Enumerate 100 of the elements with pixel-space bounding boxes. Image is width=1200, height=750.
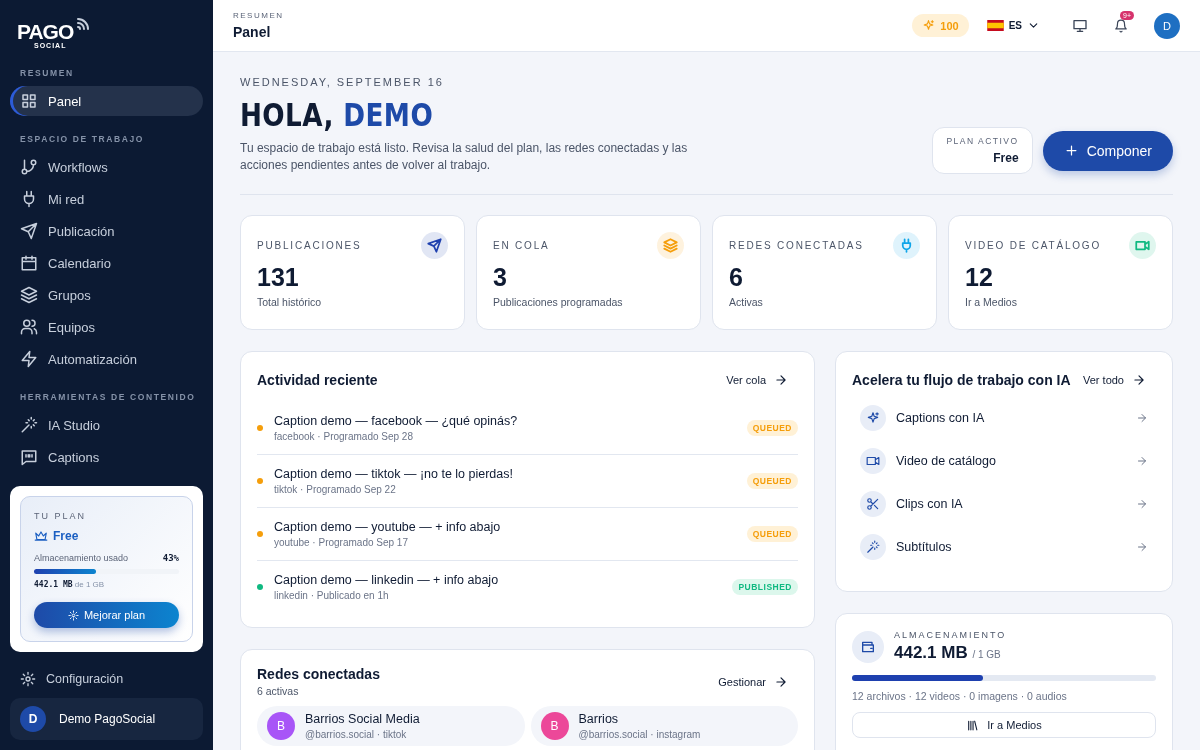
card-subtitle: 6 activas bbox=[257, 685, 300, 697]
avatar[interactable]: D bbox=[1154, 12, 1180, 39]
flag-icon bbox=[986, 20, 1004, 31]
storage-used: 442.1 MB bbox=[894, 643, 968, 662]
crown-icon bbox=[34, 529, 48, 543]
storage-label: ALMACENAMIENTO bbox=[894, 630, 1007, 640]
section-label: RESUMEN bbox=[19, 67, 75, 80]
account-name: Barrios Social Media bbox=[305, 712, 420, 726]
sparkle-icon bbox=[866, 410, 880, 425]
sidebar-item[interactable]: Equipos bbox=[10, 312, 203, 342]
post-meta: youtube · Programado Sep 17 bbox=[274, 537, 409, 548]
bolt-icon bbox=[20, 350, 38, 368]
upgrade-button[interactable]: Mejorar plan bbox=[34, 602, 179, 628]
signal-icon bbox=[77, 18, 89, 30]
description: Tu espacio de trabajo está listo. Revisa la salud del plan, las redes conectadas y las acciones pendientes antes de volver al trabajo. bbox=[240, 140, 689, 174]
post-meta: facebook · Programado Sep 28 bbox=[274, 431, 414, 442]
section-label: HERRAMIENTAS DE CONTENIDO bbox=[19, 391, 197, 404]
stat-value: 6 bbox=[729, 263, 744, 292]
account-card[interactable]: B Barrios @barrios.social · instagram bbox=[530, 706, 798, 746]
chat-icon bbox=[20, 448, 38, 466]
stat-value: 131 bbox=[257, 263, 300, 292]
stat-label: REDES CONECTADAS bbox=[729, 240, 864, 251]
branch-icon bbox=[20, 158, 38, 176]
grid-icon bbox=[20, 92, 38, 110]
sidebar-item[interactable]: Workflows bbox=[10, 152, 203, 182]
ai-tool-item[interactable]: Captions con IA bbox=[852, 396, 1156, 439]
ai-tool-item[interactable]: Video de catálogo bbox=[852, 439, 1156, 482]
user-name: DEMO bbox=[343, 96, 434, 134]
stat-label: VIDEO DE CATÁLOGO bbox=[965, 240, 1101, 251]
sidebar-item[interactable]: Calendario bbox=[10, 248, 203, 278]
status-badge: QUEUED bbox=[746, 526, 798, 542]
users-icon bbox=[20, 318, 38, 336]
status-badge: QUEUED bbox=[746, 420, 798, 436]
plan-label: PLAN ACTIVO bbox=[946, 136, 1019, 146]
view-queue-link[interactable]: Ver cola bbox=[726, 373, 788, 387]
wand-icon bbox=[20, 416, 38, 434]
breadcrumb: RESUMEN bbox=[233, 11, 284, 20]
status-badge: PUBLISHED bbox=[732, 579, 798, 595]
wand-icon bbox=[866, 539, 880, 554]
calendar-icon bbox=[20, 254, 38, 272]
stat-label: PUBLICACIONES bbox=[257, 240, 362, 251]
settings-link[interactable]: Configuración bbox=[10, 652, 203, 698]
arrow-icon bbox=[1136, 497, 1148, 510]
status-badge: QUEUED bbox=[746, 473, 798, 489]
card-title: Acelera tu flujo de trabajo con IA bbox=[852, 372, 1071, 388]
stat-caption: Ir a Medios bbox=[965, 296, 1018, 308]
card-title: Actividad reciente bbox=[257, 372, 378, 388]
account-avatar: B bbox=[267, 712, 295, 740]
sidebar-item[interactable]: IA Studio bbox=[10, 410, 203, 440]
storage-total: / 1 GB bbox=[972, 649, 1001, 660]
storage-percent: 43% bbox=[162, 553, 179, 563]
account-handle: @barrios.social · tiktok bbox=[305, 729, 408, 740]
sidebar-item[interactable]: Mi red bbox=[10, 184, 203, 214]
post-title: Caption demo — facebook — ¿qué opinás? bbox=[274, 414, 519, 428]
ai-tool-item[interactable]: Subtítulos bbox=[852, 525, 1156, 568]
arrow-icon bbox=[1136, 540, 1148, 553]
media-button[interactable]: Ir a Medios bbox=[852, 712, 1156, 738]
stat-value: 12 bbox=[965, 263, 994, 292]
user-profile[interactable]: D Demo PagoSocial bbox=[10, 698, 203, 740]
arrow-icon bbox=[1136, 411, 1148, 424]
post-meta: tiktok · Programado Sep 22 bbox=[274, 484, 397, 495]
storage-label: Almacenamiento usado bbox=[34, 553, 129, 563]
bell-icon[interactable] bbox=[1114, 18, 1128, 33]
date-label: WEDNESDAY, SEPTEMBER 16 bbox=[240, 76, 445, 88]
arrow-icon bbox=[774, 373, 788, 387]
sparkle-icon bbox=[922, 19, 936, 32]
avatar: D bbox=[20, 706, 46, 732]
monitor-icon[interactable] bbox=[1072, 17, 1088, 34]
account-card[interactable]: B Barrios Social Media @barrios.social · tiktok bbox=[257, 706, 525, 746]
stat-caption: Total histórico bbox=[257, 296, 323, 308]
sidebar-item[interactable]: Publicación bbox=[10, 216, 203, 246]
post-title: Caption demo — linkedin — + info abajo bbox=[274, 573, 500, 587]
greeting: HOLA, bbox=[240, 96, 334, 134]
scissors-icon bbox=[866, 496, 880, 511]
compose-button[interactable]: Componer bbox=[1042, 130, 1173, 171]
gear-icon bbox=[67, 609, 79, 621]
stat-caption: Publicaciones programadas bbox=[493, 296, 624, 308]
card-title: Redes conectadas bbox=[257, 666, 380, 682]
view-all-link[interactable]: Ver todo bbox=[1083, 373, 1146, 387]
plus-icon bbox=[1063, 143, 1079, 158]
sidebar-item[interactable]: Grupos bbox=[10, 280, 203, 310]
sidebar-item[interactable]: Panel bbox=[10, 86, 203, 116]
library-icon bbox=[966, 718, 980, 732]
manage-link[interactable]: Gestionar bbox=[718, 674, 788, 689]
post-title: Caption demo — youtube — + info abajo bbox=[274, 520, 502, 534]
ai-tool-item[interactable]: Clips con IA bbox=[852, 482, 1156, 525]
sidebar-item[interactable]: Captions bbox=[10, 442, 203, 472]
language-selector[interactable]: ES bbox=[986, 19, 1040, 32]
section-label: ESPACIO DE TRABAJO bbox=[19, 133, 146, 146]
stat-caption: Activas bbox=[729, 296, 764, 308]
plan-label: TU PLAN bbox=[34, 511, 87, 521]
plan-name: Free bbox=[993, 151, 1019, 165]
arrow-icon bbox=[1136, 454, 1148, 467]
post-title: Caption demo — tiktok — ¡no te lo pierdas! bbox=[274, 467, 514, 481]
user-name: Demo PagoSocial bbox=[59, 712, 156, 726]
logo-text: PAGO bbox=[17, 20, 74, 43]
storage-summary: 12 archivos · 12 videos · 0 imagens · 0 audios bbox=[852, 690, 1068, 702]
plan-name: Free bbox=[53, 529, 79, 543]
account-avatar: B bbox=[540, 712, 569, 740]
sidebar-item[interactable]: Automatización bbox=[10, 344, 203, 374]
